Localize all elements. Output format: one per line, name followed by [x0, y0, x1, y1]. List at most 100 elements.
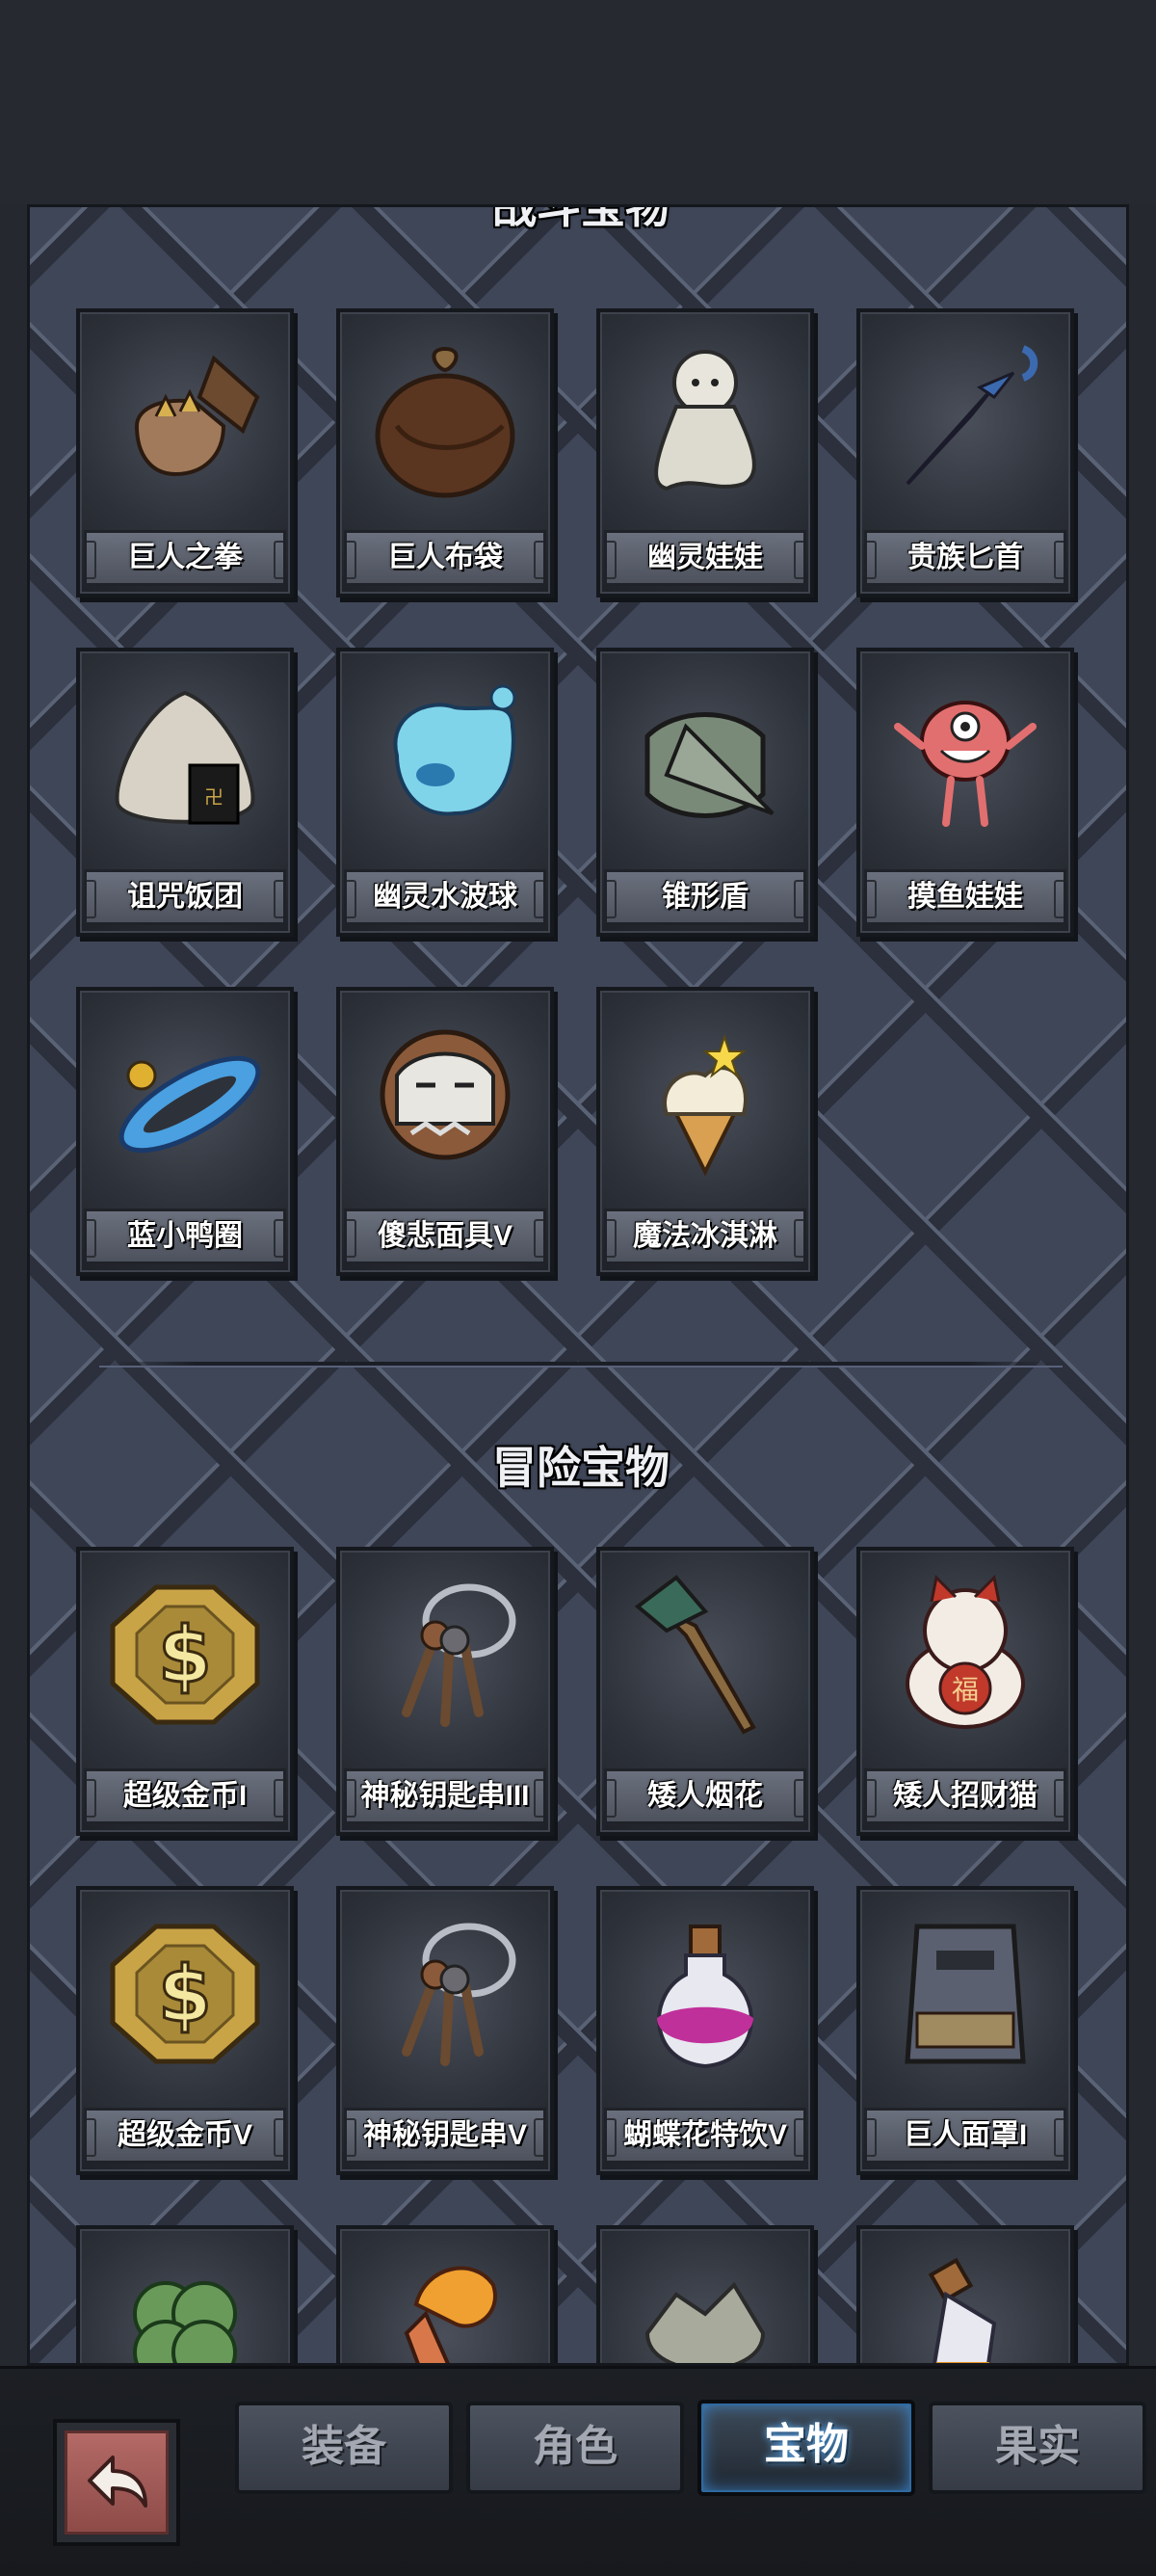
treasure-name: 蝴蝶花特饮V: [604, 2108, 806, 2164]
treasure-art: [350, 1560, 540, 1749]
treasure-name: 超级金币I: [84, 1768, 286, 1824]
svg-text:$: $: [158, 1950, 212, 2039]
treasure-name: 神秘钥匙串V: [344, 2108, 546, 2164]
treasure-scroll-panel[interactable]: 战斗宝物 巨人之拳 巨人布袋 幽灵娃娃 贵族匕首卍诅咒饭团 幽灵水波球 锥形盾 摸鱼娃娃 蓝小…: [27, 204, 1129, 2366]
section-divider: [99, 1362, 1063, 1366]
treasure-art: [610, 661, 801, 850]
cursed-riceball-icon: 卍: [115, 690, 255, 825]
sad-mask-icon: [380, 1029, 511, 1160]
dwarf-firework-icon: [634, 1575, 756, 1735]
treasure-card[interactable]: 幽灵娃娃: [596, 308, 814, 598]
treasure-name: 诅咒饭团: [84, 869, 286, 925]
noble-dagger-icon: [906, 345, 1038, 486]
treasure-card[interactable]: 魔法冰淇淋: [596, 987, 814, 1276]
treasure-name: 幽灵水波球: [344, 869, 546, 925]
broken-egg-icon: [644, 2281, 766, 2363]
treasure-name: 神秘钥匙串III: [344, 1768, 546, 1824]
svg-text:$: $: [158, 1610, 212, 1700]
treasure-art: [350, 2239, 540, 2363]
ghost-doll-icon: [654, 350, 756, 491]
treasure-card[interactable]: 卍诅咒饭团: [76, 648, 294, 937]
blue-duck-ring-icon: [118, 1055, 261, 1154]
treasure-name: 巨人布袋: [344, 530, 546, 586]
treasure-card[interactable]: 巨人布袋: [336, 308, 554, 598]
tab-characters[interactable]: 角色: [466, 2402, 684, 2494]
treasure-art: [350, 1000, 540, 1189]
treasure-art: $: [90, 1899, 280, 2088]
treasure-card[interactable]: 蓝小鸭圈: [76, 987, 294, 1276]
treasure-card[interactable]: 锥形盾: [596, 648, 814, 937]
slacker-doll-icon: [894, 701, 1037, 827]
treasure-name: 矮人招财猫: [864, 1768, 1066, 1824]
potion-flask-icon: [657, 1925, 753, 2069]
gold-coin-icon: $: [110, 1584, 260, 1725]
svg-text:卍: 卍: [204, 785, 223, 809]
key-ring-icon: [402, 1583, 516, 1727]
treasure-card[interactable]: $ 超级金币I: [76, 1547, 294, 1836]
gold-coin-icon: $: [110, 1924, 260, 2064]
back-button-face: [65, 2430, 169, 2535]
tab-fruits[interactable]: 果实: [929, 2402, 1146, 2494]
treasure-art: [90, 322, 280, 511]
treasure-card[interactable]: $ 超级金币V: [76, 1886, 294, 2175]
clover-icon: [133, 2281, 237, 2363]
section-title-battle: 战斗宝物: [492, 204, 670, 232]
ghost-water-ball-icon: [393, 684, 516, 816]
giant-mask-icon: [905, 1924, 1026, 2064]
treasure-name: 摸鱼娃娃: [864, 869, 1066, 925]
cone-shield-icon: [644, 712, 775, 818]
treasure-card[interactable]: [596, 2225, 814, 2363]
treasure-name: 幽灵娃娃: [604, 530, 806, 586]
treasure-art: [870, 1899, 1061, 2088]
treasure-art: [350, 322, 540, 511]
flame-horn-icon: [404, 2266, 497, 2363]
treasure-card[interactable]: 幽灵水波球: [336, 648, 554, 937]
treasure-art: [610, 1560, 801, 1749]
treasure-name: 贵族匕首: [864, 530, 1066, 586]
treasure-art: [610, 1000, 801, 1189]
treasure-name: 矮人烟花: [604, 1768, 806, 1824]
treasure-card[interactable]: [336, 2225, 554, 2363]
treasure-art: [90, 1000, 280, 1189]
treasure-card[interactable]: 蝴蝶花特饮V: [596, 1886, 814, 2175]
treasure-card[interactable]: 矮人烟花: [596, 1547, 814, 1836]
treasure-card[interactable]: 傻悲面具V: [336, 987, 554, 1276]
tab-equipment[interactable]: 装备: [235, 2402, 453, 2494]
treasure-name: 超级金币V: [84, 2108, 286, 2164]
treasure-art: [870, 322, 1061, 511]
treasure-card[interactable]: 神秘钥匙串III: [336, 1547, 554, 1836]
treasure-card[interactable]: 贵族匕首: [856, 308, 1074, 598]
treasure-art: [610, 1899, 801, 2088]
magic-icecream-icon: [663, 1033, 748, 1177]
treasure-art: 卍: [90, 661, 280, 850]
treasure-name: 巨人面罩I: [864, 2108, 1066, 2164]
treasure-art: 福: [870, 1560, 1061, 1749]
treasure-card[interactable]: [76, 2225, 294, 2363]
back-arrow-icon: [88, 2456, 147, 2508]
section-title-adventure: 冒险宝物: [492, 1443, 670, 1493]
svg-text:福: 福: [952, 1674, 979, 1706]
treasure-name: 傻悲面具V: [344, 1208, 546, 1264]
giant-sack-icon: [375, 346, 515, 498]
treasure-name: 蓝小鸭圈: [84, 1208, 286, 1264]
giant-fist-icon: [134, 355, 260, 477]
tab-treasures[interactable]: 宝物: [697, 2400, 915, 2496]
lucky-cat-icon: 福: [906, 1574, 1025, 1729]
back-button[interactable]: [53, 2419, 180, 2546]
top-status-area: [0, 0, 1156, 204]
treasure-card[interactable]: [856, 2225, 1074, 2363]
treasure-card[interactable]: 巨人之拳: [76, 308, 294, 598]
treasure-art: [350, 661, 540, 850]
amber-bottle-icon: [928, 2257, 997, 2363]
treasure-art: $: [90, 1560, 280, 1749]
treasure-art: [610, 322, 801, 511]
treasure-card[interactable]: 福矮人招财猫: [856, 1547, 1074, 1836]
treasure-art: [90, 2239, 280, 2363]
treasure-card[interactable]: 摸鱼娃娃: [856, 648, 1074, 937]
treasure-card[interactable]: 神秘钥匙串V: [336, 1886, 554, 2175]
treasure-name: 锥形盾: [604, 869, 806, 925]
treasure-card[interactable]: 巨人面罩I: [856, 1886, 1074, 2175]
treasure-name: 魔法冰淇淋: [604, 1208, 806, 1264]
key-ring-icon: [402, 1923, 516, 2066]
treasure-art: [870, 661, 1061, 850]
